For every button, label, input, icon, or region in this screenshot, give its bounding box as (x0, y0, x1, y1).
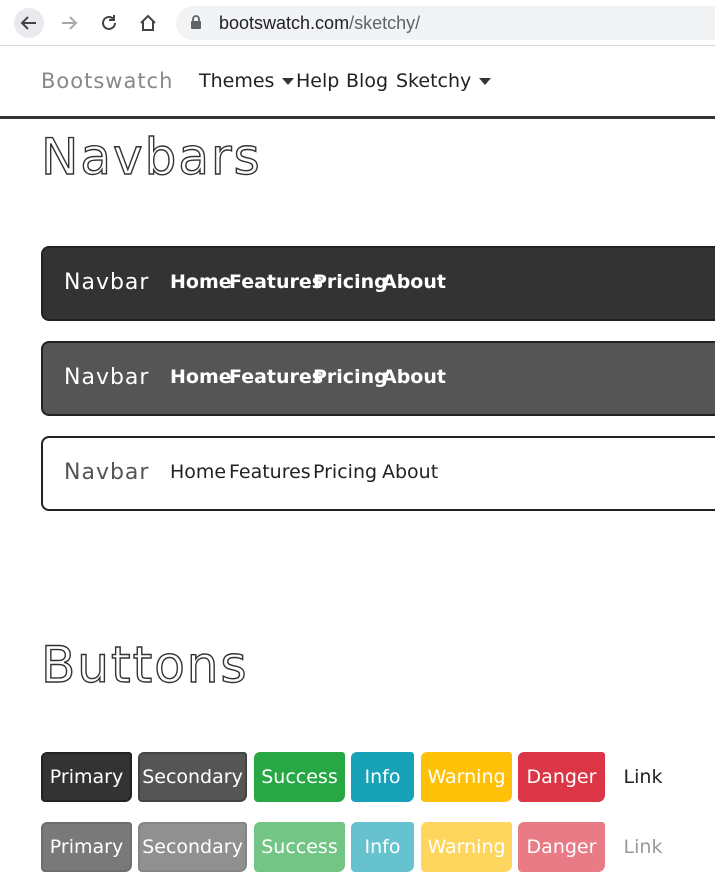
caret-down-icon (282, 78, 295, 85)
lock-icon (191, 15, 201, 29)
navbar-link-home[interactable]: Home (170, 366, 232, 388)
secondary-button[interactable]: Secondary (138, 752, 247, 802)
navbar-link-pricing[interactable]: Pricing (313, 366, 388, 388)
nav-item-sketchy[interactable]: Sketchy (396, 70, 492, 92)
back-arrow-icon (20, 16, 36, 30)
navbar-link-about[interactable]: About (382, 366, 446, 388)
site-brand[interactable]: Bootswatch (41, 69, 173, 93)
address-bar[interactable]: bootswatch.com/sketchy/ (176, 6, 715, 40)
browser-toolbar: bootswatch.com/sketchy/ (0, 0, 715, 46)
back-button[interactable] (14, 8, 44, 38)
site-navbar: Bootswatch Themes Help Blog Sketchy (0, 47, 715, 119)
home-button[interactable] (133, 8, 163, 38)
nav-item-themes[interactable]: Themes (199, 70, 295, 92)
success-button[interactable]: Success (254, 752, 345, 802)
warning-button-disabled: Warning (421, 822, 512, 872)
forward-arrow-icon (62, 16, 78, 30)
navbar-link-features[interactable]: Features (229, 461, 311, 483)
navbar-link-pricing[interactable]: Pricing (313, 271, 388, 293)
navbar-brand[interactable]: Navbar (64, 270, 149, 295)
navbar-link-about[interactable]: About (382, 271, 446, 293)
nav-item-blog[interactable]: Blog (346, 70, 388, 92)
home-icon (140, 14, 156, 31)
secondary-button-disabled: Secondary (138, 822, 247, 872)
demo-navbar-secondary: Navbar Home Features Pricing About (41, 341, 715, 416)
section-title-buttons: Buttons (40, 635, 249, 694)
link-button-disabled: Link (623, 836, 663, 858)
demo-navbar-light: Navbar Home Features Pricing About (41, 436, 715, 511)
reload-icon (102, 15, 116, 30)
section-title-navbars: Navbars (40, 127, 262, 186)
navbar-brand[interactable]: Navbar (64, 460, 149, 485)
nav-item-help[interactable]: Help (296, 70, 339, 92)
navbar-link-features[interactable]: Features (229, 271, 323, 293)
navbar-link-about[interactable]: About (382, 461, 438, 483)
navbar-brand[interactable]: Navbar (64, 365, 149, 390)
link-button[interactable]: Link (612, 752, 674, 802)
caret-down-icon (479, 78, 492, 85)
demo-navbar-dark: Navbar Home Features Pricing About (41, 246, 715, 321)
danger-button[interactable]: Danger (518, 752, 605, 802)
navbar-link-home[interactable]: Home (170, 271, 232, 293)
info-button[interactable]: Info (351, 752, 414, 802)
primary-button[interactable]: Primary (41, 752, 132, 802)
navbar-link-pricing[interactable]: Pricing (313, 461, 377, 483)
info-button-disabled: Info (351, 822, 414, 872)
success-button-disabled: Success (254, 822, 345, 872)
url-text: bootswatch.com/sketchy/ (219, 13, 421, 33)
navbar-link-home[interactable]: Home (170, 461, 226, 483)
forward-button[interactable] (54, 8, 84, 38)
reload-button[interactable] (94, 8, 124, 38)
warning-button[interactable]: Warning (421, 752, 512, 802)
navbar-link-features[interactable]: Features (229, 366, 323, 388)
primary-button-disabled: Primary (41, 822, 132, 872)
danger-button-disabled: Danger (518, 822, 605, 872)
